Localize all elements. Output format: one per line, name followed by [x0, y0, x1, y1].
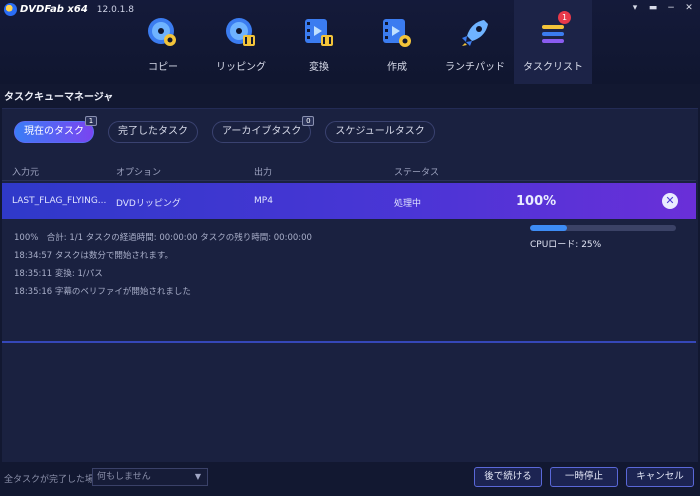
module-copy-label: コピー: [148, 62, 178, 73]
cancel-button[interactable]: キャンセル: [626, 467, 694, 487]
tab-archived-tasks-label: アーカイブタスク: [222, 126, 302, 137]
converter-film-icon: [305, 19, 333, 46]
chevron-down-icon: ▼: [194, 472, 201, 481]
tab-archived-tasks[interactable]: アーカイブタスク 0: [212, 116, 315, 143]
task-status: 処理中: [394, 199, 422, 209]
module-copy[interactable]: コピー: [124, 0, 202, 84]
copy-disc-icon: [148, 18, 176, 46]
log-line: 18:34:57 タスクは数分で開始されます。: [14, 251, 174, 261]
creator-film-icon: [383, 19, 411, 47]
task-panel: 現在のタスク 1 完了したタスク アーカイブタスク 0 スケジュールタスク 入力…: [2, 108, 698, 462]
footer-bar: 全タスクが完了した場合: 何もしません ▼ 後で続ける 一時停止 キャンセル: [0, 462, 700, 496]
on-complete-select[interactable]: 何もしません ▼: [92, 468, 208, 486]
dvdfab-logo-icon: [4, 3, 17, 16]
module-ripper[interactable]: リッピング: [202, 0, 280, 84]
launchpad-rocket-icon: [462, 20, 488, 46]
module-launchpad[interactable]: ランチパッド: [436, 0, 514, 84]
settings-icon[interactable]: ▬: [648, 3, 658, 13]
task-tabs: 現在のタスク 1 完了したタスク アーカイブタスク 0 スケジュールタスク: [14, 116, 435, 143]
column-status: ステータス: [394, 168, 440, 178]
pause-button[interactable]: 一時停止: [550, 467, 618, 487]
column-source: 入力元: [12, 168, 40, 178]
menu-icon[interactable]: ▾: [630, 3, 640, 13]
panel-divider: [2, 341, 696, 343]
tab-completed-tasks-label: 完了したタスク: [118, 126, 188, 137]
tab-current-tasks-count: 1: [85, 116, 97, 126]
app-logo: DVDFab x64 12.0.1.8: [4, 3, 134, 16]
column-output: 出力: [254, 168, 273, 178]
remove-task-close-icon[interactable]: ✕: [662, 193, 678, 209]
tab-completed-tasks[interactable]: 完了したタスク: [108, 121, 198, 143]
on-complete-label: 全タスクが完了した場合:: [4, 475, 107, 485]
module-launchpad-label: ランチパッド: [445, 62, 505, 73]
tab-archived-tasks-count: 0: [302, 116, 315, 126]
continue-later-button[interactable]: 後で続ける: [474, 467, 542, 487]
module-creator-label: 作成: [387, 62, 407, 73]
module-nav: コピー リッピング 変換 作成 ランチパッド 1 タスクリスト: [124, 0, 592, 84]
module-tasklist-label: タスクリスト: [523, 62, 583, 73]
top-bar: DVDFab x64 12.0.1.8 ▾ ▬ − ✕ コピー リッピング 変換…: [0, 0, 700, 84]
module-converter-label: 変換: [309, 62, 329, 73]
tab-current-tasks-label: 現在のタスク: [24, 126, 84, 137]
task-progress-percent: 100%: [516, 194, 557, 209]
app-name: DVDFab x64: [20, 4, 88, 15]
log-line: 18:35:11 変換: 1/パス: [14, 269, 103, 279]
module-converter[interactable]: 変換: [280, 0, 358, 84]
module-tasklist[interactable]: 1 タスクリスト: [514, 0, 592, 84]
section-title: タスクキューマネージャ: [4, 92, 114, 103]
column-option: オプション: [116, 168, 162, 178]
ripper-disc-icon: [226, 18, 255, 46]
minimize-icon[interactable]: −: [666, 3, 676, 13]
log-line: 18:35:16 字幕のベリファイが開始されました: [14, 287, 191, 297]
tab-scheduled-tasks-label: スケジュールタスク: [335, 126, 425, 137]
cpu-load-fill: [530, 225, 567, 231]
task-source: LAST_FLAG_FLYING...: [12, 196, 107, 206]
module-ripper-label: リッピング: [216, 62, 266, 73]
task-output: MP4: [254, 196, 273, 206]
tasklist-badge: 1: [558, 11, 571, 24]
close-icon[interactable]: ✕: [684, 3, 694, 13]
tab-current-tasks[interactable]: 現在のタスク 1: [14, 116, 97, 143]
log-line: 100% 合計: 1/1 タスクの経過時間: 00:00:00 タスクの残り時間…: [14, 233, 312, 243]
on-complete-select-value: 何もしません: [97, 472, 151, 482]
tab-scheduled-tasks[interactable]: スケジュールタスク: [325, 121, 435, 143]
task-details-log: 100% 合計: 1/1 タスクの経過時間: 00:00:00 タスクの残り時間…: [14, 231, 312, 303]
cpu-load-label: CPUロード: 25%: [530, 240, 602, 250]
cpu-load-meter: CPUロード: 25%: [530, 225, 676, 250]
task-row[interactable]: LAST_FLAG_FLYING... DVDリッピング MP4 処理中 100…: [2, 183, 696, 219]
task-table-header: 入力元 オプション 出力 ステータス: [2, 161, 696, 181]
cpu-load-bar: [530, 225, 676, 231]
task-option: DVDリッピング: [116, 199, 181, 209]
module-creator[interactable]: 作成: [358, 0, 436, 84]
window-controls: ▾ ▬ − ✕: [630, 3, 694, 13]
